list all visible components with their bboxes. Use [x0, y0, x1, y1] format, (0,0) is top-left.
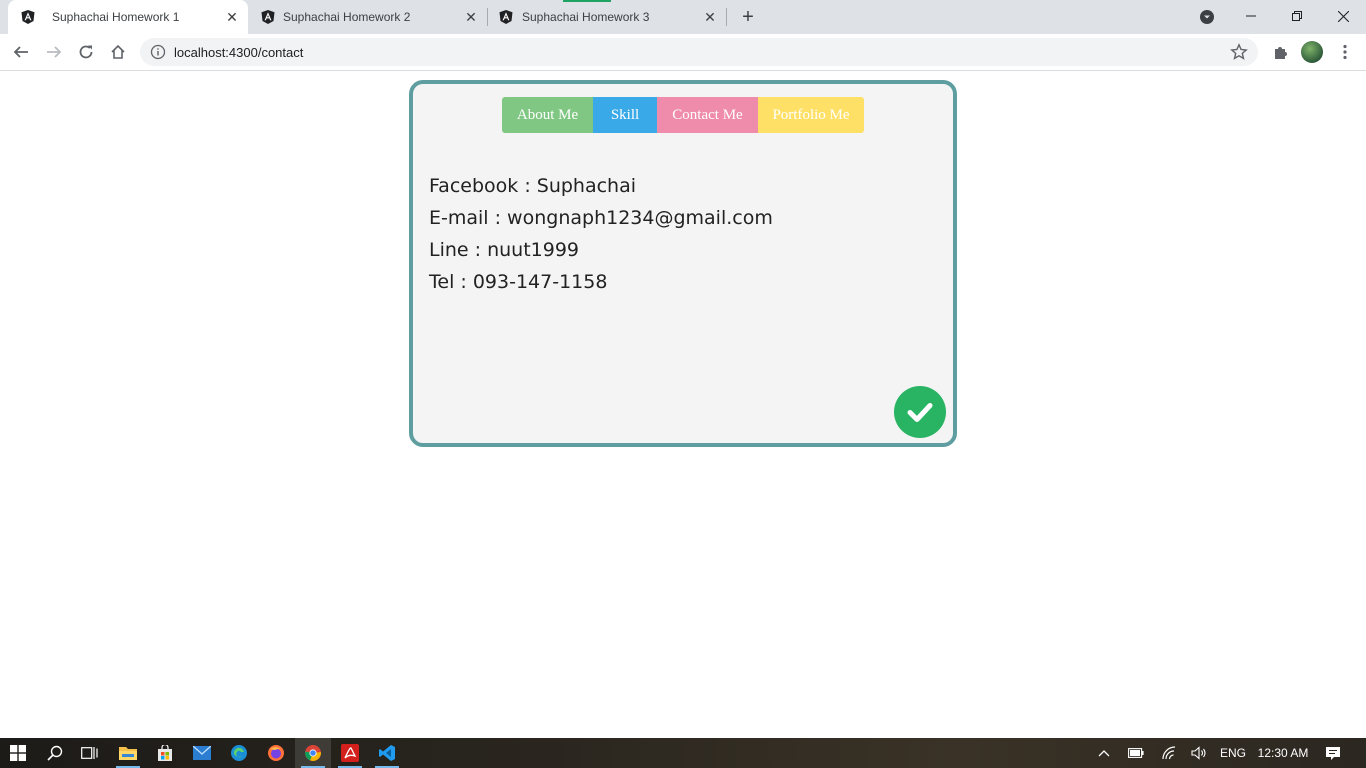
windows-taskbar: ENG 12:30 AM [0, 738, 1366, 768]
restore-icon[interactable] [1274, 0, 1320, 32]
nav-about-button[interactable]: About Me [502, 97, 593, 133]
minimize-icon[interactable] [1228, 0, 1274, 32]
close-window-icon[interactable] [1320, 0, 1366, 32]
contact-email: E-mail : wongnaph1234@gmail.com [429, 207, 773, 229]
search-icon[interactable] [37, 738, 73, 768]
battery-icon[interactable] [1125, 738, 1147, 768]
windows-start-icon[interactable] [0, 738, 36, 768]
browser-tab-strip: Suphachai Homework 1 ✕ Suphachai Homewor… [0, 0, 1366, 34]
nav-portfolio-button[interactable]: Portfolio Me [758, 97, 864, 133]
store-icon[interactable] [147, 738, 183, 768]
extensions-icon[interactable] [1268, 40, 1292, 64]
chrome-icon[interactable] [295, 738, 331, 768]
star-icon[interactable] [1230, 43, 1248, 61]
close-icon[interactable]: ✕ [224, 9, 240, 25]
notification-icon[interactable] [1322, 738, 1344, 768]
tab-title: Suphachai Homework 3 [522, 10, 650, 24]
nav-skill-button[interactable]: Skill [593, 97, 657, 133]
home-icon[interactable] [106, 40, 130, 64]
angular-favicon [499, 10, 513, 24]
nav-contact-button[interactable]: Contact Me [657, 97, 758, 133]
vscode-icon[interactable] [369, 738, 405, 768]
close-icon[interactable]: ✕ [463, 9, 479, 25]
mail-icon[interactable] [184, 738, 220, 768]
angular-favicon [21, 10, 35, 24]
language-indicator[interactable]: ENG [1218, 738, 1248, 768]
contact-facebook: Facebook : Suphachai [429, 175, 637, 197]
forward-arrow-icon[interactable] [42, 40, 66, 64]
wifi-icon[interactable] [1158, 738, 1180, 768]
profile-avatar[interactable] [1301, 41, 1323, 63]
reload-icon[interactable] [74, 40, 98, 64]
clock[interactable]: 12:30 AM [1254, 738, 1312, 768]
acrobat-icon[interactable] [332, 738, 368, 768]
contact-card: About Me Skill Contact Me Portfolio Me F… [409, 80, 957, 447]
address-bar[interactable]: localhost:4300/contact [140, 38, 1258, 66]
contact-line-id: Line : nuut1999 [429, 239, 580, 261]
info-icon[interactable] [150, 44, 166, 60]
tab-homework-1[interactable]: Suphachai Homework 1 ✕ [8, 0, 248, 34]
back-arrow-icon[interactable] [9, 40, 33, 64]
close-icon[interactable]: ✕ [702, 9, 718, 25]
tab-title: Suphachai Homework 2 [283, 10, 411, 24]
browser-toolbar: localhost:4300/contact [0, 34, 1366, 71]
kebab-menu-icon[interactable] [1333, 40, 1357, 64]
nav-bar: About Me Skill Contact Me Portfolio Me [502, 97, 864, 133]
tab-title: Suphachai Homework 1 [52, 10, 180, 24]
chevron-up-icon[interactable] [1094, 738, 1114, 768]
task-view-icon[interactable] [72, 738, 108, 768]
tab-separator [726, 8, 727, 26]
tab-homework-2[interactable]: Suphachai Homework 2 ✕ [248, 0, 488, 34]
file-explorer-icon[interactable] [110, 738, 146, 768]
contact-tel: Tel : 093-147-1158 [429, 271, 608, 293]
contact-list: Facebook : Suphachai E-mail : wongnaph12… [429, 170, 773, 298]
loading-indicator [563, 0, 611, 2]
edge-icon[interactable] [221, 738, 257, 768]
check-circle-icon[interactable] [894, 386, 946, 438]
tab-search-icon[interactable] [1199, 9, 1215, 25]
firefox-icon[interactable] [258, 738, 294, 768]
tab-homework-3[interactable]: Suphachai Homework 3 ✕ [488, 0, 728, 34]
angular-favicon [261, 10, 275, 24]
url-text: localhost:4300/contact [174, 45, 304, 60]
plus-icon[interactable]: + [737, 7, 759, 29]
volume-icon[interactable] [1188, 738, 1210, 768]
